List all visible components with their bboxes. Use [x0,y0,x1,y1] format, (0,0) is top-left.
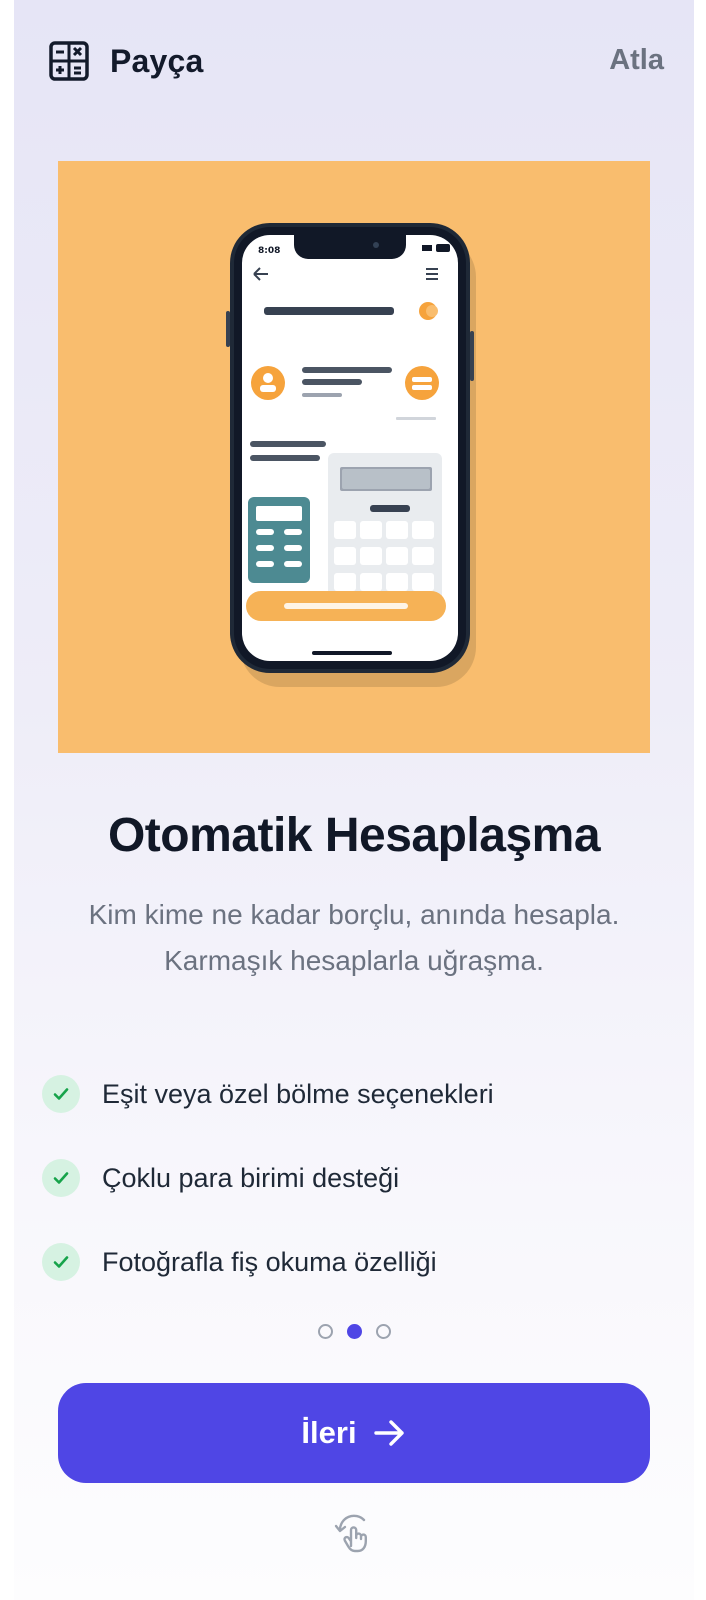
feature-label: Çoklu para birimi desteği [102,1162,400,1193]
app-name: Payça [110,42,204,79]
subtitle-line-1: Kim kime ne kadar borçlu, anında hesapla… [88,899,620,930]
skip-button[interactable]: Atla [609,44,664,77]
onboarding-screen: Payça Atla 8:08 Otomatik Hesaplaşma Kim … [14,0,694,1600]
check-icon [42,1243,80,1281]
svg-text:8:08: 8:08 [258,246,280,256]
page-subtitle: Kim kime ne kadar borçlu, anında hesapla… [54,892,654,984]
feature-item: Fotoğrafla fiş okuma özelliği [42,1220,662,1304]
hero-illustration: 8:08 [58,161,650,753]
subtitle-line-2: Karmaşık hesaplarla uğraşma. [164,945,544,976]
calculator-icon [49,41,89,81]
pager-dot-2[interactable] [346,1324,362,1339]
feature-label: Eşit veya özel bölme seçenekleri [102,1078,494,1109]
next-button[interactable]: İleri [58,1383,650,1483]
check-icon [42,1159,80,1197]
next-button-label: İleri [301,1415,357,1450]
swipe-hand-icon [334,1514,367,1553]
feature-item: Eşit veya özel bölme seçenekleri [42,1052,662,1136]
pager-dot-3[interactable] [375,1324,391,1339]
page-title: Otomatik Hesaplaşma [107,809,601,862]
header: Payça Atla [14,0,694,120]
pager-dot-1[interactable] [317,1324,333,1339]
brand: Payça [48,40,204,82]
feature-label: Fotoğrafla fiş okuma özelliği [102,1246,437,1277]
check-icon [42,1075,80,1113]
feature-list: Eşit veya özel bölme seçenekleri Çoklu p… [42,1052,662,1304]
phone-calculator-illustration: 8:08 [226,223,476,687]
pager-dots [14,1324,694,1339]
arrow-right-icon [373,1420,404,1446]
feature-item: Çoklu para birimi desteği [42,1136,662,1220]
